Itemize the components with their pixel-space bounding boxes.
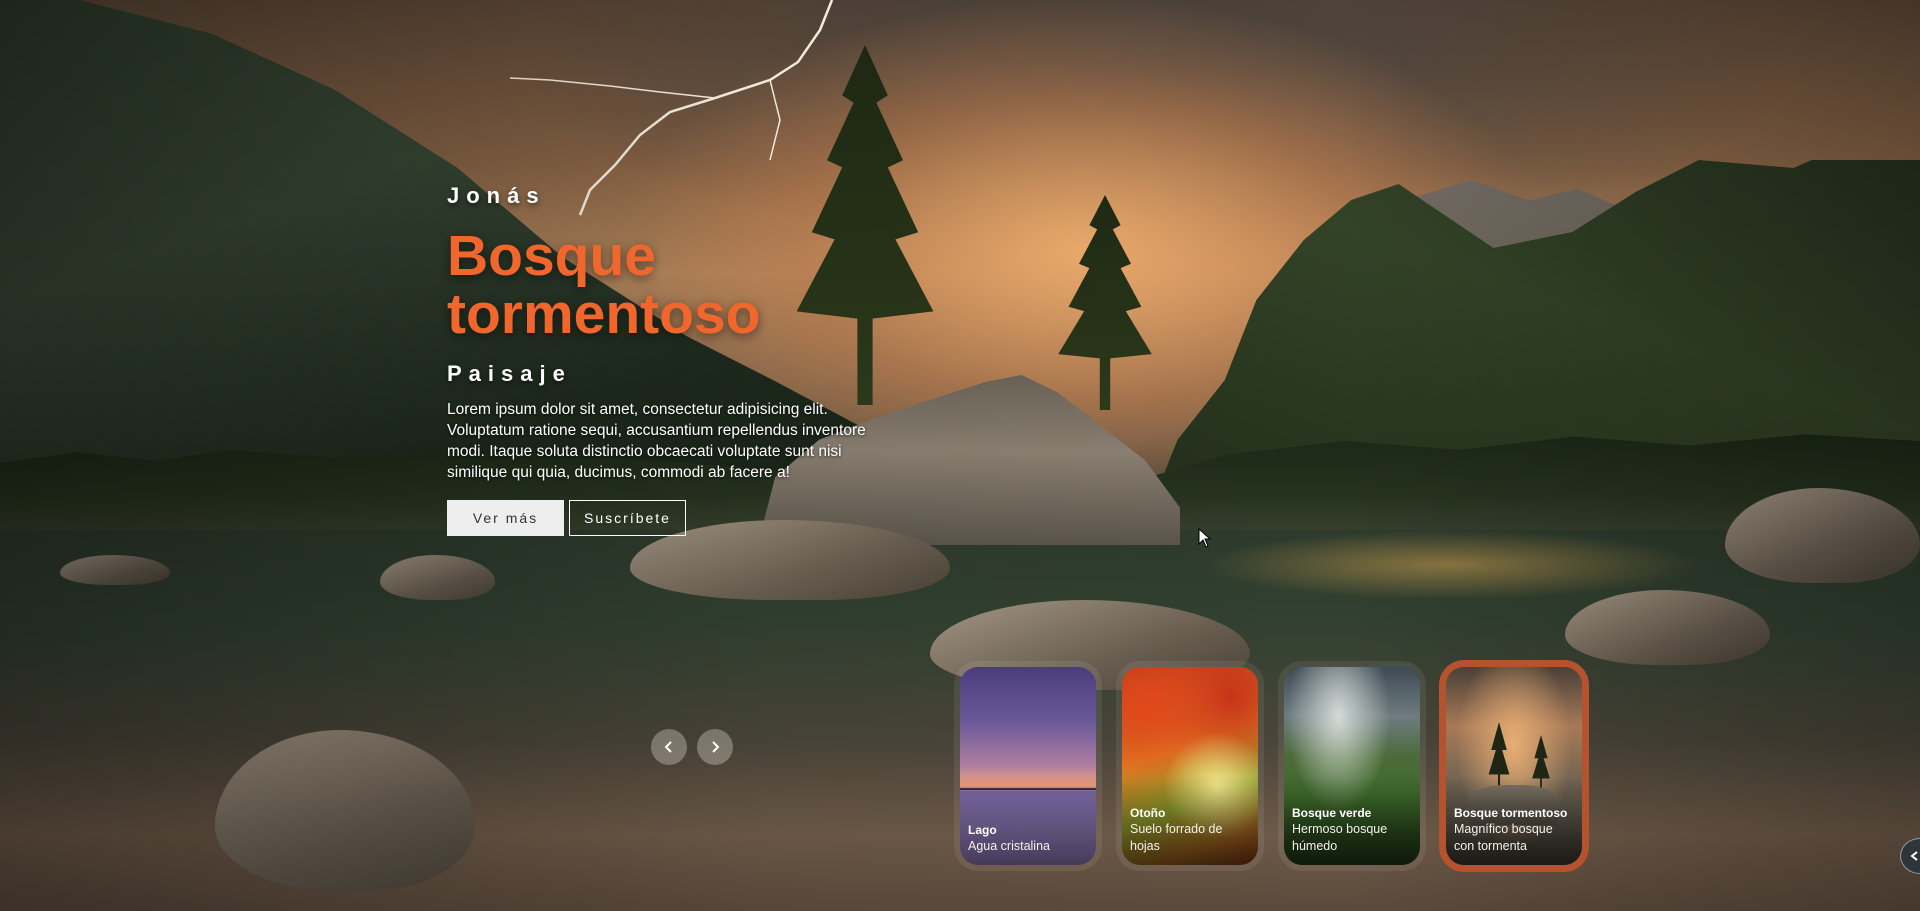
thumbnail-subtitle: Suelo forrado de hojas — [1130, 822, 1223, 853]
thumbnail-title: Bosque tormentoso — [1454, 806, 1568, 820]
thumbnail-card-active[interactable]: Bosque tormentoso Magnífico bosque con t… — [1446, 667, 1582, 865]
hero-slider: Jonás Bosque tormentoso Paisaje Lorem ip… — [0, 0, 1920, 911]
thumbnail-subtitle: Magnífico bosque con tormenta — [1454, 822, 1553, 853]
mouse-cursor-icon — [1198, 528, 1212, 548]
slide-description: Lorem ipsum dolor sit amet, consectetur … — [447, 401, 866, 481]
thumbnail-list: Lago Agua cristalina Otoño Suelo forrado… — [960, 667, 1582, 865]
slide-title: Bosque tormentoso — [447, 224, 761, 346]
thumbnail-title: Bosque verde — [1292, 806, 1372, 820]
slide-author: Jonás — [447, 183, 546, 208]
chevron-left-icon — [664, 741, 672, 753]
see-more-button[interactable]: Ver más — [447, 500, 564, 536]
thumbnail-title: Lago — [968, 823, 997, 837]
subscribe-button[interactable]: Suscríbete — [569, 500, 686, 536]
slider-arrows — [651, 729, 733, 765]
chevron-left-icon — [1910, 851, 1918, 861]
thumbnail-caption: Bosque verde Hermoso bosque húmedo — [1292, 805, 1414, 855]
thumbnail-subtitle: Hermoso bosque húmedo — [1292, 822, 1388, 853]
thumbnail-subtitle: Agua cristalina — [968, 839, 1050, 853]
thumbnail-card[interactable]: Lago Agua cristalina — [960, 667, 1096, 865]
thumbnail-card[interactable]: Bosque verde Hermoso bosque húmedo — [1284, 667, 1420, 865]
thumbnail-caption: Bosque tormentoso Magnífico bosque con t… — [1454, 805, 1576, 855]
thumbnail-caption: Otoño Suelo forrado de hojas — [1130, 805, 1252, 855]
thumbnail-card[interactable]: Otoño Suelo forrado de hojas — [1122, 667, 1258, 865]
slide-content: Jonás Bosque tormentoso Paisaje Lorem ip… — [447, 183, 917, 536]
slide-buttons: Ver más Suscríbete — [447, 500, 917, 536]
thumbnail-title: Otoño — [1130, 806, 1166, 820]
thumbnail-caption: Lago Agua cristalina — [968, 822, 1090, 855]
next-slide-button[interactable] — [697, 729, 733, 765]
slide-topic: Paisaje — [447, 361, 572, 386]
chevron-right-icon — [712, 741, 720, 753]
prev-slide-button[interactable] — [651, 729, 687, 765]
